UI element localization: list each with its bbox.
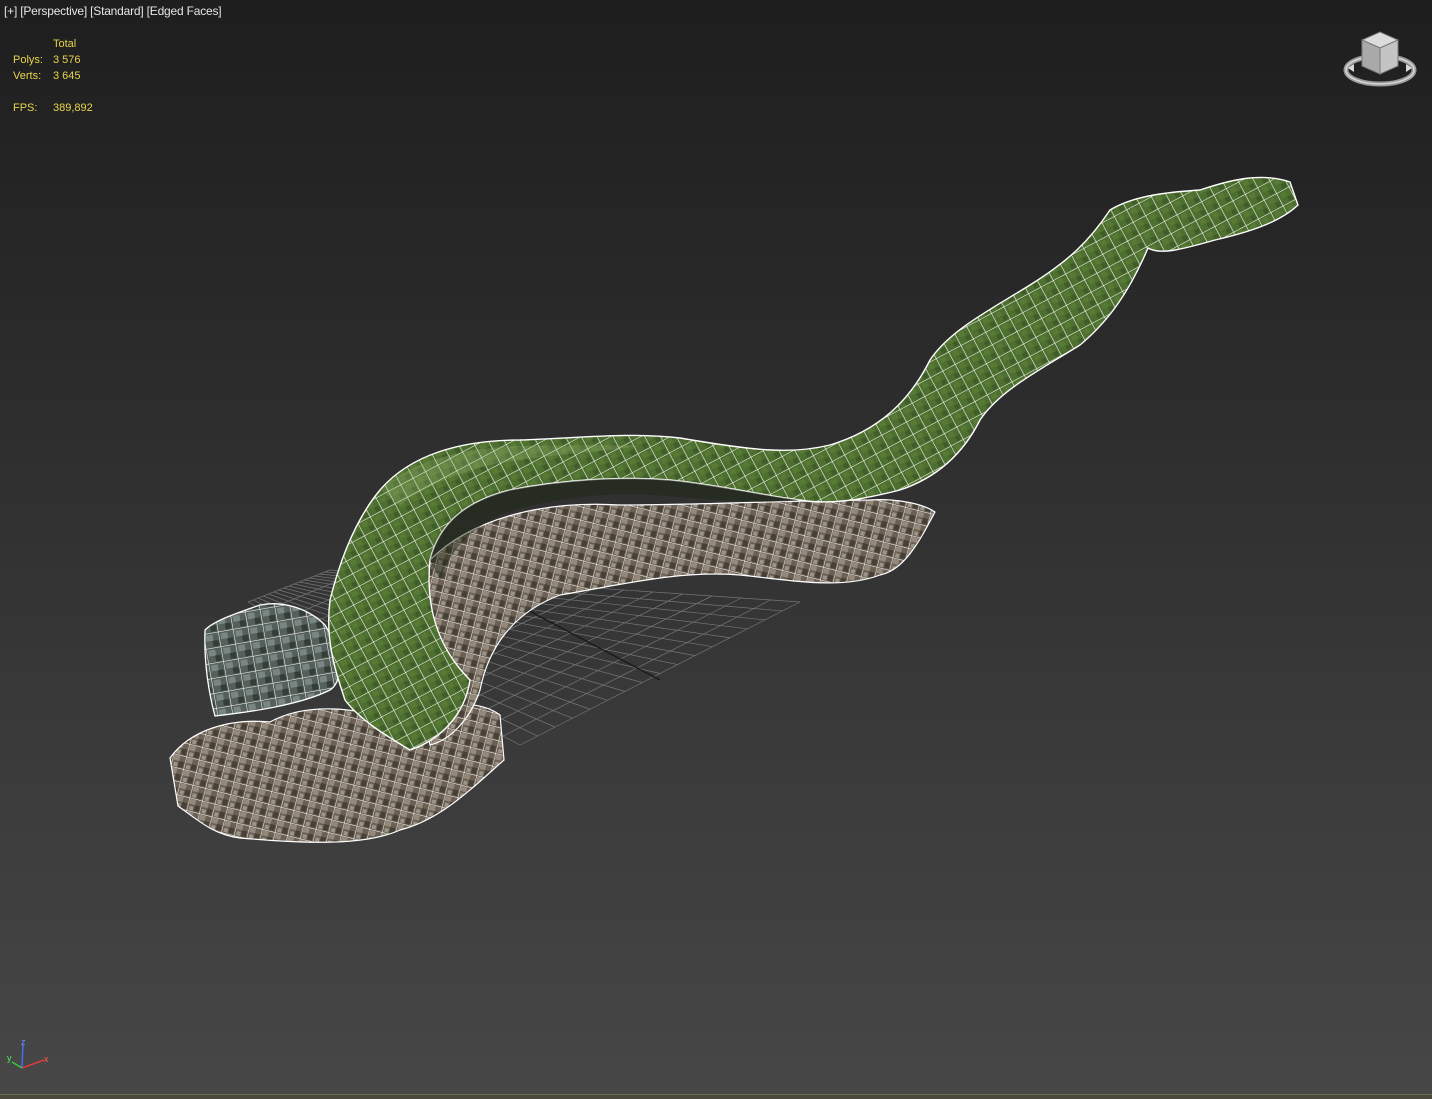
- stats-verts-value: 3 645: [53, 70, 81, 82]
- stats-fps-label: FPS:: [13, 102, 38, 114]
- viewport-display-mode-label[interactable]: [Edged Faces]: [147, 4, 222, 18]
- viewport-label-bar: [+] [Perspective] [Standard] [Edged Face…: [4, 4, 222, 18]
- grid-line: [485, 597, 742, 728]
- viewport-shading-label[interactable]: [Standard]: [90, 4, 144, 18]
- axis-y-label: y: [7, 1053, 12, 1063]
- scene-canvas[interactable]: [0, 0, 1432, 1099]
- viewcube-icon[interactable]: [1338, 28, 1422, 92]
- perspective-viewport[interactable]: [+] [Perspective] [Standard] [Edged Face…: [0, 0, 1432, 1099]
- axis-x-label: x: [44, 1054, 49, 1064]
- viewport-bottom-border: [0, 1094, 1432, 1099]
- stats-polys-value: 3 576: [53, 54, 81, 66]
- stats-verts-label: Verts:: [13, 70, 42, 82]
- stats-polys-label: Polys:: [13, 54, 43, 66]
- stone-block: [204, 603, 340, 717]
- rock-band: [419, 499, 936, 746]
- viewport-pov-label[interactable]: [Perspective]: [20, 4, 87, 18]
- axis-z-label: z: [21, 1038, 26, 1047]
- axis-tripod-icon: z x y: [6, 1037, 52, 1074]
- stats-fps-value: 389,892: [53, 102, 93, 114]
- grid-line: [519, 601, 801, 746]
- stats-total-header: Total: [53, 38, 77, 50]
- viewport-menu-label[interactable]: [+]: [4, 4, 17, 18]
